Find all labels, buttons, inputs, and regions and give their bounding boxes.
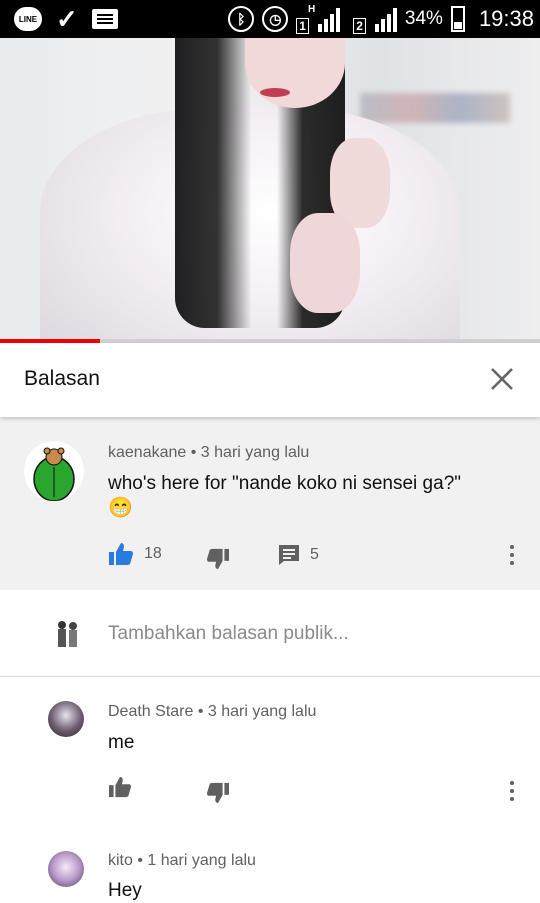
reply-comment: Death Stare • 3 hari yang lalu me — [0, 677, 540, 827]
main-comment: kaenakane • 3 hari yang lalu who's here … — [0, 417, 540, 590]
comment-time: 3 hari yang lalu — [200, 444, 310, 461]
comment-time: 1 hari yang lalu — [147, 852, 256, 869]
status-bar: LINE ✓ ᛒ ◷ 1 H 2 34% 19:38 — [0, 0, 540, 38]
reply-comment: kito • 1 hari yang lalu Hey — [0, 827, 540, 901]
battery-icon — [450, 6, 465, 32]
video-figure-hand — [290, 213, 360, 313]
avatar[interactable] — [48, 851, 84, 887]
thumbs-up-icon[interactable] — [108, 776, 132, 798]
reply-count: 5 — [310, 546, 319, 563]
comment-meta: Death Stare • 3 hari yang lalu — [108, 703, 317, 720]
message-icon — [91, 9, 118, 29]
comment-text: me — [108, 732, 135, 753]
network-type-label: H — [307, 4, 316, 15]
comment-meta: kaenakane • 3 hari yang lalu — [108, 444, 310, 461]
sim-2-badge: 2 — [353, 18, 366, 34]
thumbs-down-icon[interactable] — [206, 782, 230, 804]
video-background — [360, 93, 510, 123]
comment-time: 3 hari yang lalu — [207, 703, 317, 720]
signal-icon — [374, 6, 397, 32]
avatar[interactable] — [24, 441, 84, 501]
thumbs-up-icon — [109, 543, 133, 565]
comment-icon — [279, 545, 299, 565]
comment-author[interactable]: Death Stare — [108, 703, 193, 720]
clock: 19:38 — [478, 6, 534, 31]
grin-emoji: 😁 — [108, 497, 133, 519]
close-icon[interactable] — [490, 367, 514, 391]
avatar[interactable] — [48, 701, 84, 737]
video-player[interactable] — [0, 38, 540, 340]
line-icon: LINE — [14, 7, 42, 31]
replies-button[interactable]: 5 — [278, 544, 319, 566]
comment-author[interactable]: kito — [108, 852, 133, 869]
replies-panel-header: Balasan — [0, 343, 540, 417]
comment-meta: kito • 1 hari yang lalu — [108, 852, 256, 869]
comment-author[interactable]: kaenakane — [108, 444, 186, 461]
battery-percentage: 34% — [404, 8, 443, 29]
reply-input[interactable] — [108, 623, 508, 645]
sim-1-badge: 1 — [296, 18, 309, 34]
comment-text-body: who's here for "nande koko ni sensei ga?… — [108, 473, 462, 494]
check-icon: ✓ — [56, 4, 78, 34]
panel-title: Balasan — [24, 367, 100, 390]
more-vert-icon[interactable] — [510, 781, 514, 801]
signal-icon — [317, 6, 340, 32]
video-figure-lips — [260, 88, 290, 97]
reply-input-row — [0, 591, 540, 676]
like-button[interactable]: 18 — [108, 542, 162, 566]
comment-text: Hey — [108, 880, 142, 901]
avatar — [48, 617, 84, 653]
bluetooth-icon: ᛒ — [228, 6, 255, 32]
more-vert-icon[interactable] — [510, 545, 514, 565]
like-count: 18 — [144, 545, 162, 562]
comment-text: who's here for "nande koko ni sensei ga?… — [108, 471, 518, 521]
thumbs-down-icon[interactable] — [206, 548, 230, 570]
alarm-icon: ◷ — [262, 6, 289, 32]
